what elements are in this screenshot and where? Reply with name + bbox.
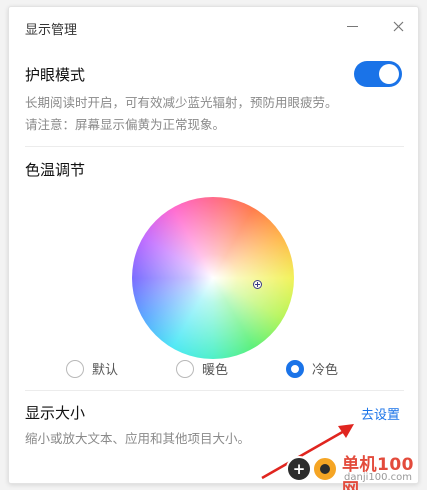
- divider: [25, 146, 404, 147]
- radio-button[interactable]: [176, 359, 194, 378]
- eye-protection-toggle[interactable]: [354, 61, 402, 87]
- display-management-window: 显示管理 护眼模式 长期阅读时开启，可有效减少蓝光辐射，预防用眼疲劳。 请注意：…: [8, 6, 419, 484]
- plus-icon: +: [286, 456, 312, 482]
- radio-cool[interactable]: 冷色: [286, 359, 338, 378]
- minimize-button[interactable]: [339, 15, 365, 37]
- divider: [25, 390, 404, 391]
- crosshair-icon: [255, 282, 260, 287]
- watermark: + 单机100网 danji100.com: [254, 414, 427, 490]
- color-temperature-options: 默认 暖色 冷色: [9, 359, 418, 379]
- minimize-icon: [346, 25, 358, 27]
- close-icon: [393, 21, 403, 31]
- radio-default[interactable]: 默认: [66, 359, 118, 378]
- title-bar: 显示管理: [9, 7, 418, 47]
- watermark-logo: +: [282, 454, 340, 484]
- watermark-text: 单机100网: [342, 455, 414, 490]
- radio-warm[interactable]: 暖色: [176, 359, 228, 378]
- watermark-url: danji100.com: [344, 472, 412, 483]
- toggle-knob: [379, 64, 399, 84]
- close-button[interactable]: [385, 15, 411, 37]
- eye-protection-desc-2: 请注意：屏幕显示偏黄为正常现象。: [25, 117, 226, 132]
- color-temperature-title: 色温调节: [25, 161, 86, 179]
- radio-button[interactable]: [66, 359, 84, 378]
- dot-icon: [312, 456, 338, 482]
- display-size-title: 显示大小: [25, 404, 86, 422]
- color-wheel[interactable]: [132, 197, 294, 359]
- color-picker-handle[interactable]: [253, 280, 262, 289]
- display-size-desc: 缩小或放大文本、应用和其他项目大小。: [25, 431, 251, 446]
- radio-label: 冷色: [312, 363, 339, 378]
- radio-label: 暖色: [202, 363, 229, 378]
- radio-label: 默认: [92, 363, 119, 378]
- eye-protection-title: 护眼模式: [25, 66, 86, 84]
- radio-button-checked[interactable]: [286, 359, 304, 378]
- eye-protection-desc-1: 长期阅读时开启，可有效减少蓝光辐射，预防用眼疲劳。: [25, 95, 338, 110]
- window-title: 显示管理: [25, 23, 78, 38]
